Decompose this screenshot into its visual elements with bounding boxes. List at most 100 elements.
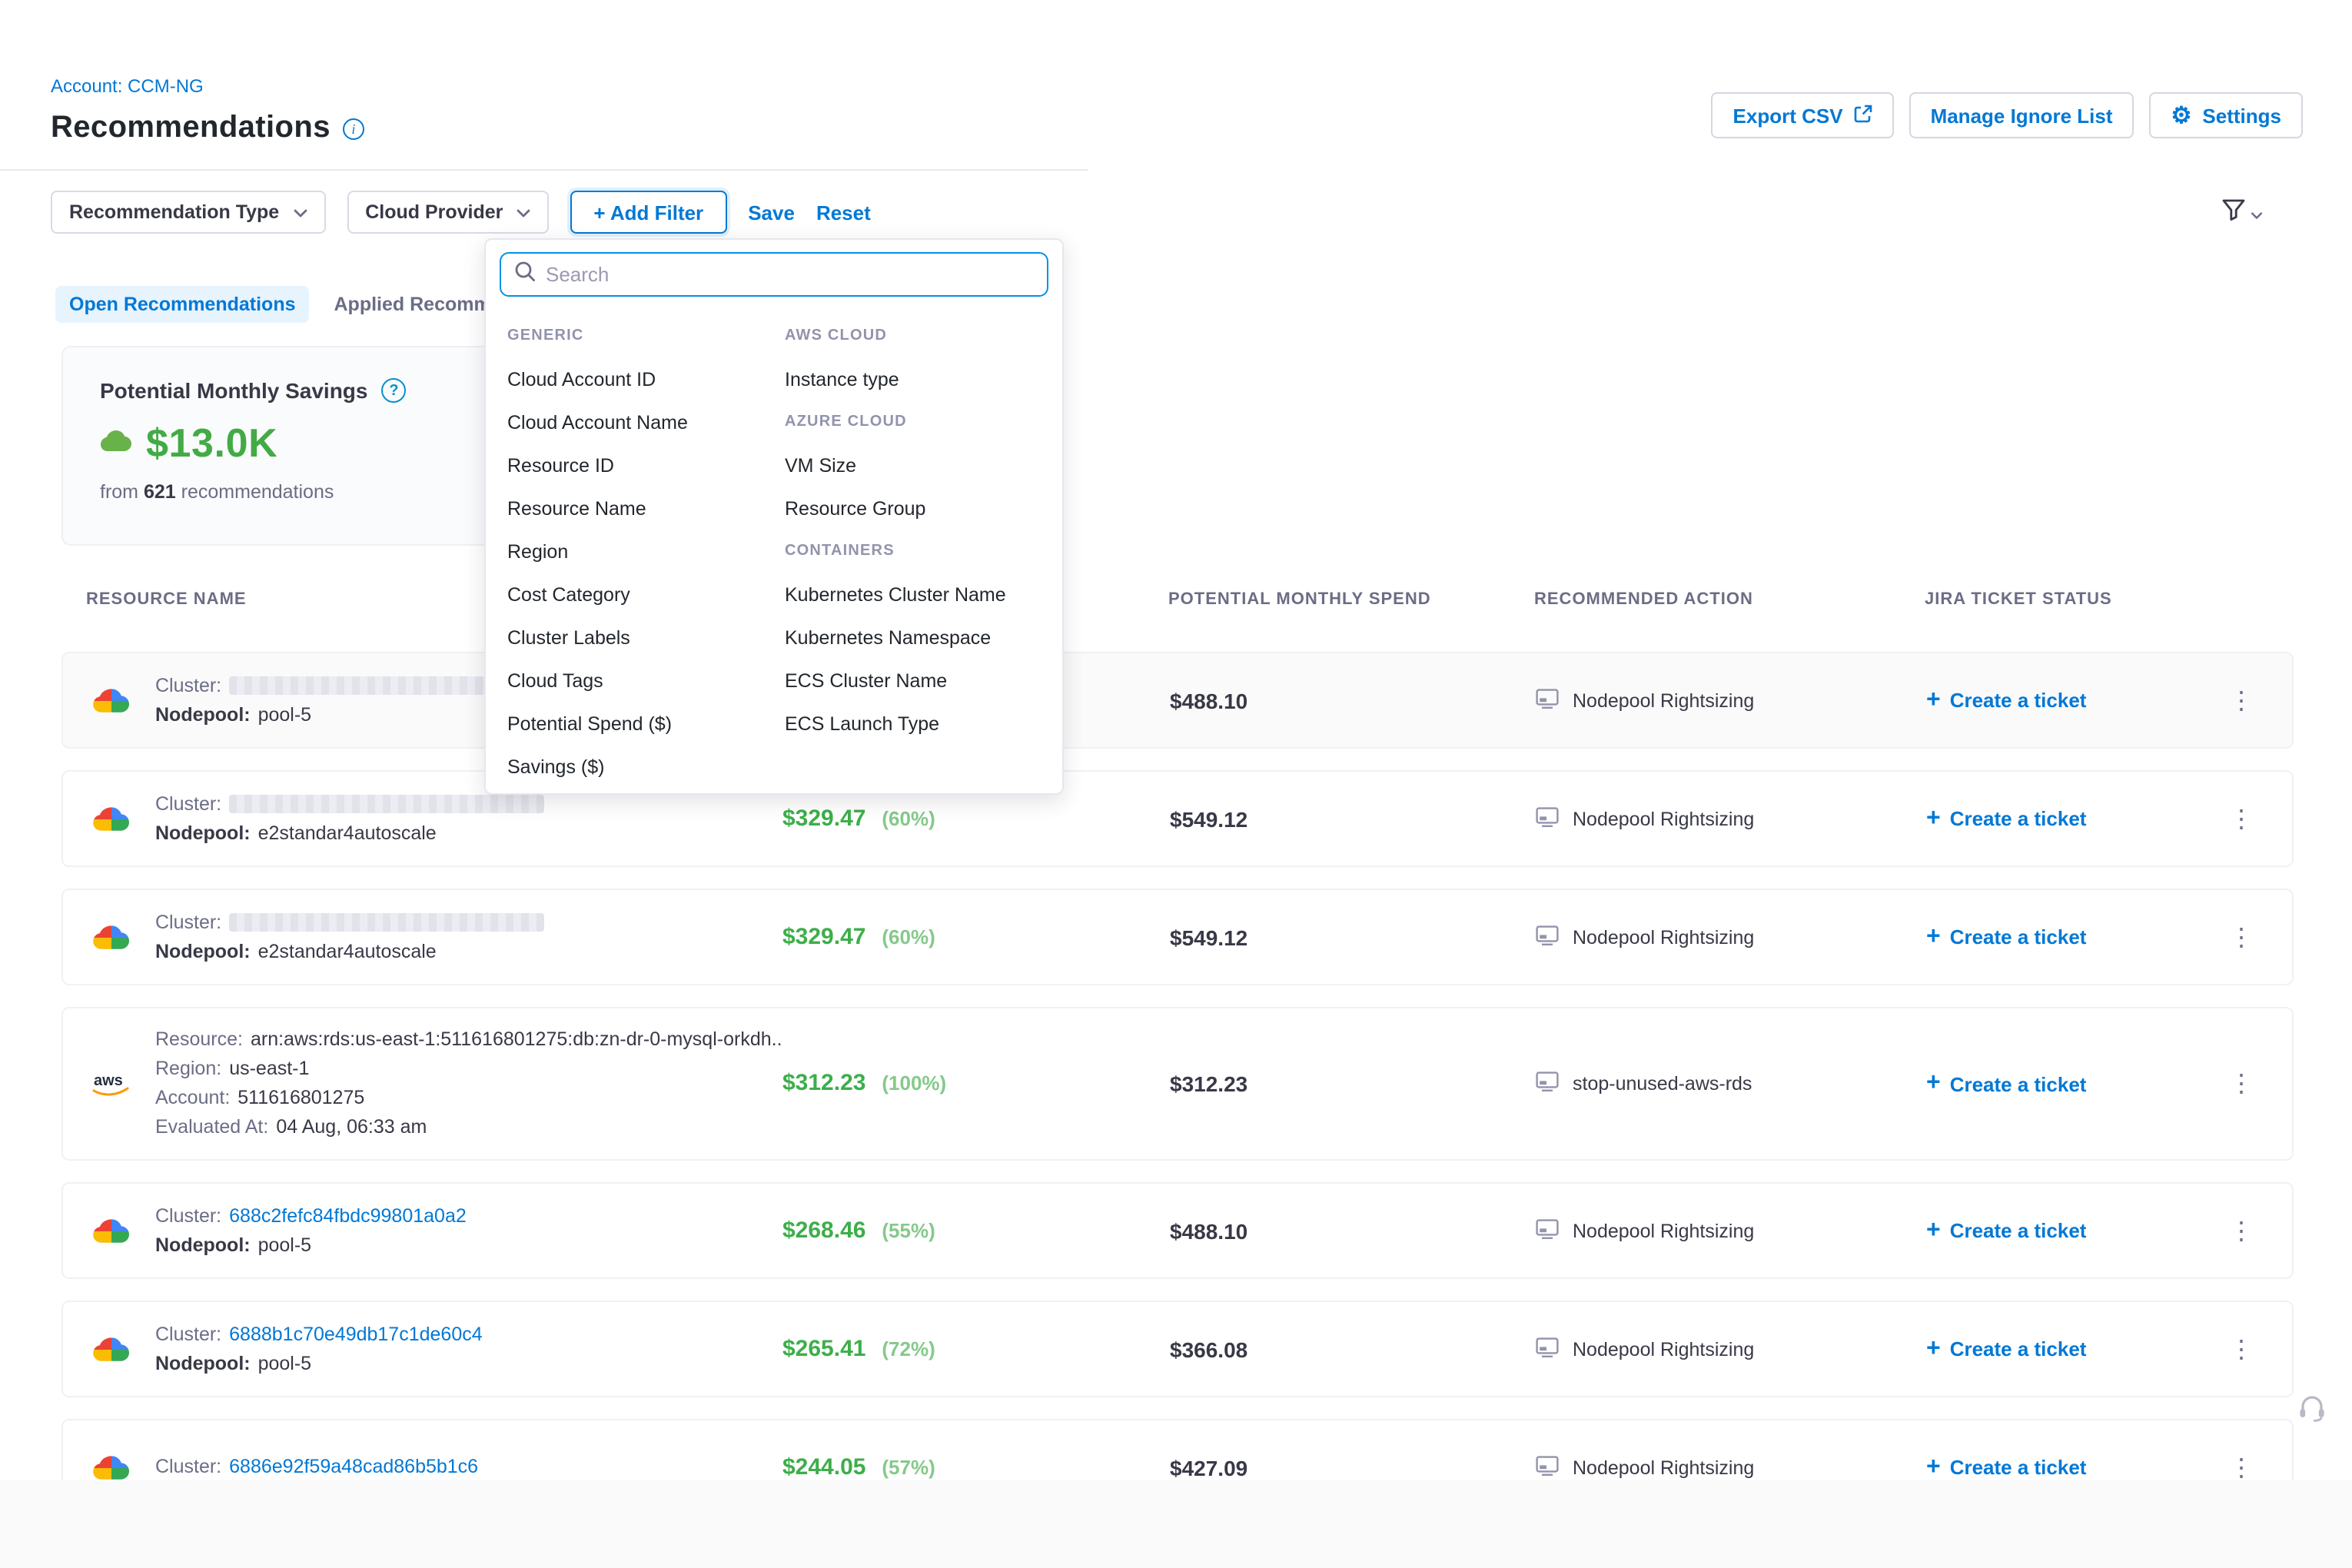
gcp-cloud-icon: [88, 803, 134, 834]
savings-cell: $329.47 (60%): [782, 805, 1170, 832]
table-row[interactable]: aws Resource:arn:aws:rds:us-east-1:51161…: [61, 1007, 2294, 1161]
create-ticket-label: Create a ticket: [1950, 1337, 2087, 1360]
filter-option[interactable]: Instance type: [785, 358, 1062, 401]
export-csv-label: Export CSV: [1733, 104, 1843, 127]
table-row[interactable]: Cluster:688c2fefc84fbdc99801a0a2Nodepool…: [61, 1182, 2294, 1279]
help-icon[interactable]: ?: [382, 378, 407, 403]
recommendation-type-dropdown[interactable]: Recommendation Type: [51, 191, 325, 234]
savings-cell: $268.46 (55%): [782, 1217, 1170, 1244]
info-icon[interactable]: i: [343, 118, 364, 139]
filter-option[interactable]: Resource Name: [507, 487, 785, 530]
recommendation-count: 621: [144, 481, 176, 503]
filter-option[interactable]: Cloud Account ID: [507, 358, 785, 401]
cluster-link[interactable]: 6886e92f59a48cad86b5b1c6: [229, 1456, 478, 1479]
bottom-strip: [0, 1480, 2352, 1568]
row-menu-button[interactable]: ⋮: [2215, 803, 2267, 834]
cloud-provider-label: Cloud Provider: [365, 201, 503, 223]
row-menu-button[interactable]: ⋮: [2215, 1334, 2267, 1364]
resource-line: Cluster:: [155, 792, 544, 816]
filter-option[interactable]: Resource Group: [785, 487, 1062, 530]
chevron-down-icon: [293, 201, 307, 223]
filter-option[interactable]: Resource ID: [507, 444, 785, 487]
add-filter-panel: GENERICCloud Account IDCloud Account Nam…: [484, 238, 1064, 795]
filter-option[interactable]: Savings ($): [507, 746, 785, 789]
resource-line-label: Evaluated At:: [155, 1116, 268, 1139]
row-menu-button[interactable]: ⋮: [2215, 1452, 2267, 1480]
gcp-cloud-icon: [88, 1334, 134, 1364]
reset-filter-button[interactable]: Reset: [816, 201, 871, 224]
resource-cell: Cluster:6888b1c70e49db17c1de60c4Nodepool…: [88, 1323, 782, 1375]
row-menu-button[interactable]: ⋮: [2215, 1068, 2267, 1099]
save-filter-button[interactable]: Save: [748, 201, 795, 224]
resource-line: Resource:arn:aws:rds:us-east-1:511616801…: [155, 1028, 782, 1051]
create-ticket-button[interactable]: + Create a ticket: [1926, 688, 2215, 713]
resource-line: Cluster:6886e92f59a48cad86b5b1c6: [155, 1456, 478, 1479]
cloud-provider-dropdown[interactable]: Cloud Provider: [347, 191, 549, 234]
plus-icon: +: [1926, 806, 1941, 831]
resource-line: Region:us-east-1: [155, 1058, 782, 1081]
savings-percent: (100%): [882, 1071, 946, 1095]
spend-cell: $488.10: [1170, 1218, 1536, 1243]
spend-cell: $366.08: [1170, 1337, 1536, 1361]
plus-icon: +: [1926, 1218, 1941, 1243]
create-ticket-button[interactable]: + Create a ticket: [1926, 806, 2215, 831]
table-row[interactable]: Cluster:6886e92f59a48cad86b5b1c6 $244.05…: [61, 1419, 2294, 1480]
support-button[interactable]: [2291, 1391, 2334, 1431]
create-ticket-button[interactable]: + Create a ticket: [1926, 1337, 2215, 1361]
rightsizing-icon: [1536, 1218, 1559, 1243]
rightsizing-icon: [1536, 1071, 1559, 1096]
settings-button[interactable]: ⚙ Settings: [2150, 92, 2304, 138]
create-ticket-button[interactable]: + Create a ticket: [1926, 1218, 2215, 1243]
redacted-value: [229, 795, 544, 813]
filter-funnel-button[interactable]: [2221, 198, 2263, 229]
filter-option[interactable]: Cluster Labels: [507, 616, 785, 659]
rightsizing-icon: [1536, 1455, 1559, 1480]
create-ticket-button[interactable]: + Create a ticket: [1926, 1455, 2215, 1480]
filter-search-box[interactable]: [500, 252, 1048, 297]
filter-option[interactable]: Kubernetes Cluster Name: [785, 573, 1062, 616]
row-menu-button[interactable]: ⋮: [2215, 922, 2267, 952]
resource-line: Nodepool: e2standar4autoscale: [155, 822, 544, 845]
table-header: RESOURCE NAME POTENTIAL MONTHLY SPEND RE…: [61, 590, 2294, 609]
cluster-link[interactable]: 688c2fefc84fbdc99801a0a2: [229, 1204, 467, 1227]
filter-option[interactable]: ECS Launch Type: [785, 703, 1062, 746]
gcp-cloud-icon: [88, 685, 134, 716]
filter-option[interactable]: Region: [507, 530, 785, 573]
resource-line-label: Nodepool:: [155, 822, 251, 845]
external-link-icon: [1854, 104, 1872, 127]
table-row[interactable]: Cluster:Nodepool:pool-5 $488.10 Nodepool…: [61, 652, 2294, 749]
filter-option[interactable]: Cloud Tags: [507, 659, 785, 703]
create-ticket-button[interactable]: + Create a ticket: [1926, 1071, 2215, 1096]
create-ticket-label: Create a ticket: [1950, 807, 2087, 830]
recommended-action-cell: Nodepool Rightsizing: [1536, 806, 1926, 831]
filter-option[interactable]: Potential Spend ($): [507, 703, 785, 746]
header-divider: [0, 169, 1088, 171]
create-ticket-label: Create a ticket: [1950, 1456, 2087, 1479]
table-row[interactable]: Cluster:6888b1c70e49db17c1de60c4Nodepool…: [61, 1301, 2294, 1397]
table-row[interactable]: Cluster: Nodepool: e2standar4autoscale $32…: [61, 770, 2294, 867]
filter-option[interactable]: Kubernetes Namespace: [785, 616, 1062, 659]
filter-option[interactable]: VM Size: [785, 444, 1062, 487]
row-menu-button[interactable]: ⋮: [2215, 1215, 2267, 1246]
create-ticket-label: Create a ticket: [1950, 1072, 2087, 1095]
resource-line: Evaluated At:04 Aug, 06:33 am: [155, 1116, 782, 1139]
resource-line-label: Account:: [155, 1087, 230, 1110]
account-breadcrumb[interactable]: Account: CCM-NG: [51, 75, 204, 97]
filter-option[interactable]: Cost Category: [507, 573, 785, 616]
create-ticket-button[interactable]: + Create a ticket: [1926, 925, 2215, 949]
filter-option[interactable]: ECS Cluster Name: [785, 659, 1062, 703]
cluster-link[interactable]: 6888b1c70e49db17c1de60c4: [229, 1323, 483, 1346]
tab-open-recommendations[interactable]: Open Recommendations: [55, 286, 310, 323]
svg-text:aws: aws: [94, 1072, 123, 1089]
resource-cell: Cluster:Nodepool:e2standar4autoscale: [88, 911, 782, 963]
savings-cell: $329.47 (60%): [782, 923, 1170, 951]
filter-search-input[interactable]: [546, 263, 1033, 286]
resource-line-value: e2standar4autoscale: [258, 822, 437, 845]
row-menu-button[interactable]: ⋮: [2215, 685, 2267, 716]
filter-panel-right-column: AWS CLOUDInstance typeAZURE CLOUDVM Size…: [785, 315, 1062, 789]
table-row[interactable]: Cluster:Nodepool:e2standar4autoscale $32…: [61, 889, 2294, 985]
filter-option[interactable]: Cloud Account Name: [507, 401, 785, 444]
export-csv-button[interactable]: Export CSV: [1712, 92, 1894, 138]
add-filter-button[interactable]: + Add Filter: [570, 191, 726, 234]
manage-ignore-list-button[interactable]: Manage Ignore List: [1909, 92, 2134, 138]
